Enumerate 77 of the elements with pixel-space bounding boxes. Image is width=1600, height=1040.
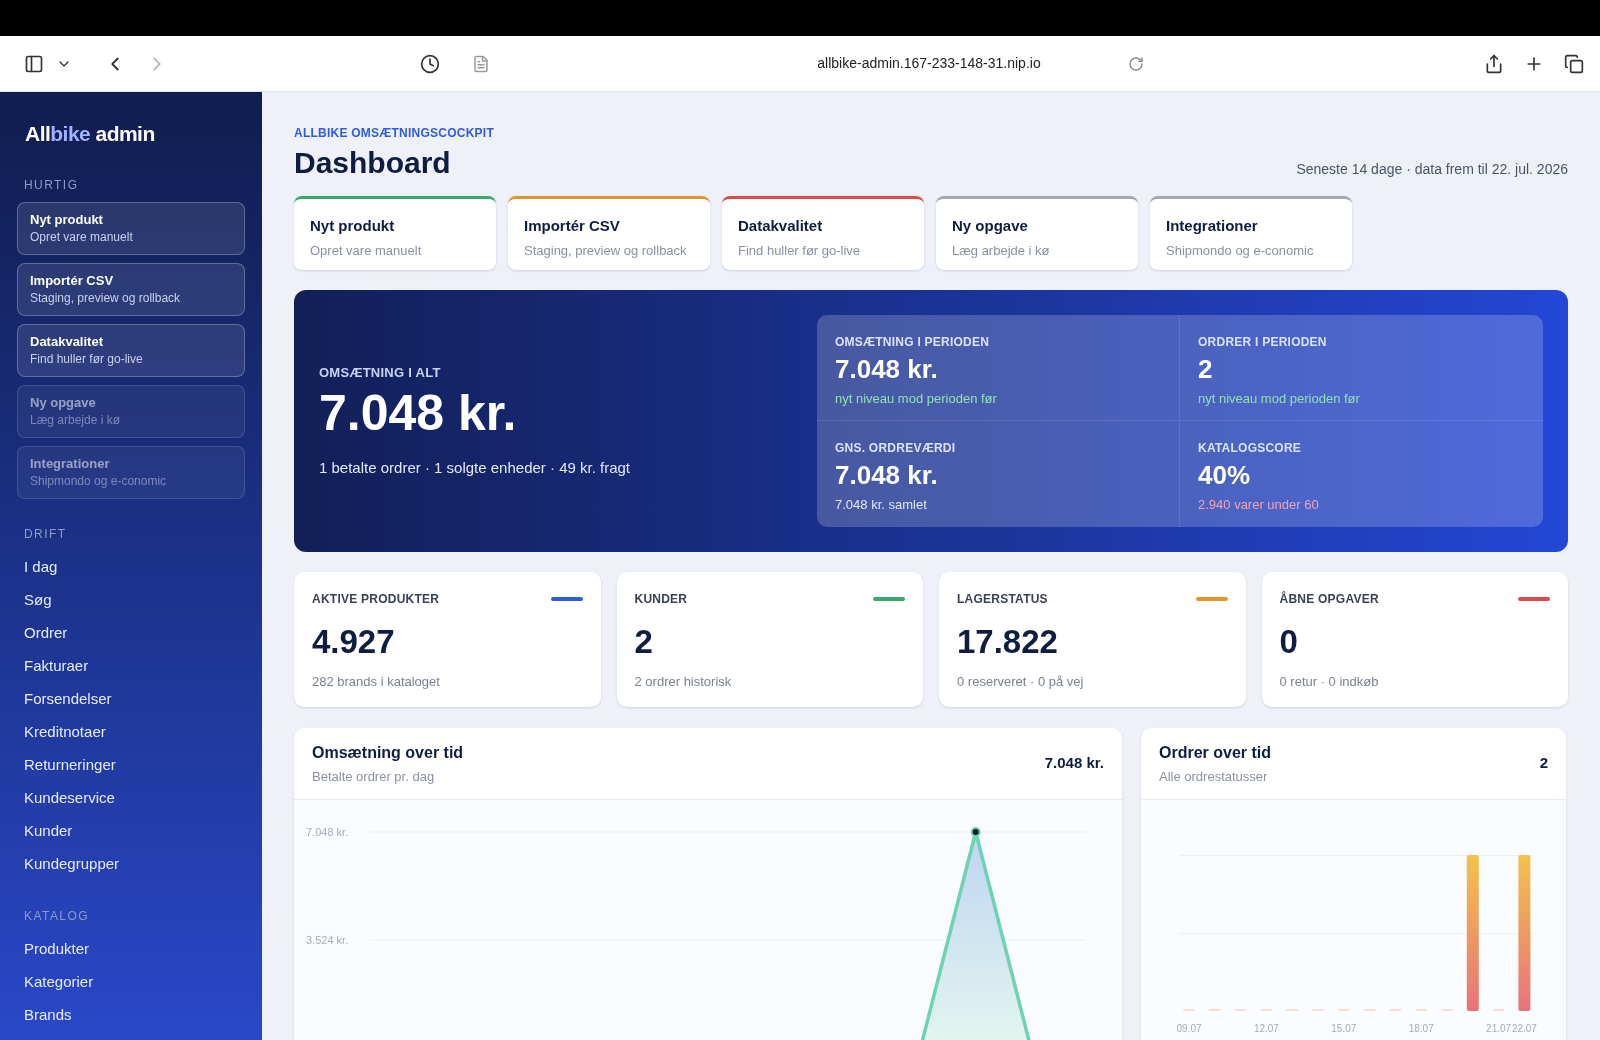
metric-value: 7.048 kr.: [835, 459, 939, 491]
tabs-icon[interactable]: [1564, 53, 1584, 74]
hero-detail: 1 betalte ordrer · 1 solgte enheder · 49 kr. fragt: [319, 457, 631, 478]
chart-total: 2: [1539, 753, 1548, 774]
stat-label: ÅBNE OPGAVER: [1279, 590, 1379, 608]
stat-note: 282 brands i kataloget: [312, 673, 441, 691]
url-field[interactable]: allbike-admin.167-233-148-31.nip.io: [817, 53, 1041, 74]
metric-note: 7.048 kr. samlet: [835, 496, 928, 514]
nav-link[interactable]: Søg: [17, 583, 245, 617]
quick-action-card[interactable]: Importér CSV Staging, preview og rollback: [508, 196, 710, 270]
page-title: Dashboard: [294, 145, 452, 181]
chart-subtitle: Alle ordrestatusser: [1159, 767, 1269, 786]
stat-value: 0: [1279, 622, 1299, 662]
axis-label: 18.07: [1408, 1023, 1434, 1034]
axis-label: 21.07: [1486, 1023, 1512, 1034]
chart-title: Omsætning over tid: [312, 742, 464, 763]
metric-note: 2.940 varer under 60: [1198, 496, 1320, 514]
section-heading: KATALOG: [23, 907, 90, 925]
chart-title: Ordrer over tid: [1159, 742, 1272, 763]
quick-link-card[interactable]: Datakvalitet Find huller før go-live: [17, 323, 245, 377]
nav-link[interactable]: Kundeservice: [17, 781, 245, 815]
metric-note: nyt niveau mod perioden før: [1198, 390, 1361, 408]
metric-note: nyt niveau mod perioden før: [835, 390, 998, 408]
metric-label: OMSÆTNING I PERIODEN: [835, 334, 991, 351]
chart-subtitle: Betalte ordrer pr. dag: [312, 767, 436, 786]
quick-link-card[interactable]: Nyt produkt Opret vare manuelt: [17, 201, 245, 255]
quick-action-card[interactable]: Nyt produkt Opret vare manuelt: [294, 196, 496, 270]
nav-link[interactable]: Kreditnotaer: [17, 715, 245, 749]
reload-icon[interactable]: [1128, 55, 1144, 72]
metric-label: KATALOGSCORE: [1198, 440, 1303, 457]
section-heading: HURTIG: [23, 176, 80, 194]
hero-label: OMSÆTNING I ALT: [319, 364, 442, 382]
nav-link[interactable]: Returneringer: [17, 748, 245, 782]
stat-label: LAGERSTATUS: [957, 591, 1048, 608]
axis-label: 12.07: [1253, 1023, 1279, 1034]
quick-action-card[interactable]: Ny opgave Læg arbejde i kø: [936, 196, 1138, 270]
axis-label: 7.048 kr.: [306, 826, 349, 838]
axis-label: 22.07: [1511, 1023, 1537, 1034]
axis-label: 15.07: [1331, 1023, 1357, 1034]
nav-link[interactable]: Fakturaer: [17, 649, 245, 683]
stat-label: AKTIVE PRODUKTER: [312, 591, 440, 608]
eyebrow-label: ALLBIKE OMSÆTNINGSCOCKPIT: [294, 125, 494, 142]
metric-value: 7.048 kr.: [835, 353, 939, 385]
hero-value: 7.048 kr.: [319, 383, 518, 443]
quick-action-card[interactable]: Datakvalitet Find huller før go-live: [722, 196, 924, 270]
axis-label: 09.07: [1176, 1023, 1202, 1034]
reader-icon[interactable]: [472, 54, 490, 73]
nav-link[interactable]: Produkter: [17, 932, 245, 966]
nav-link[interactable]: Kategorier: [17, 965, 245, 999]
nav-link[interactable]: Kunder: [17, 814, 245, 848]
stat-value: 2: [634, 622, 654, 662]
chart-total: 7.048 kr.: [1044, 753, 1104, 774]
metric-value: 2: [1198, 353, 1214, 385]
axis-label: 3.524 kr.: [306, 934, 349, 946]
share-icon[interactable]: [1484, 53, 1504, 74]
nav-link[interactable]: Forsendelser: [17, 682, 245, 716]
quick-action-card[interactable]: Integrationer Shipmondo og e-conomic: [1150, 196, 1352, 270]
stat-note: 2 ordrer historisk: [634, 673, 733, 691]
metric-label: GNS. ORDREVÆRDI: [835, 440, 957, 457]
nav-link[interactable]: Kundegrupper: [17, 847, 245, 881]
metric-value: 40%: [1198, 459, 1252, 491]
stat-label: KUNDER: [634, 591, 688, 608]
sidebar-toggle-icon[interactable]: [24, 53, 44, 74]
nav-link[interactable]: Ordrer: [17, 616, 245, 650]
nav-link[interactable]: I dag: [17, 550, 245, 584]
brand-logo: Allbike admin: [24, 121, 156, 147]
stat-note: 0 retur · 0 indkøb: [1279, 673, 1380, 691]
stat-value: 4.927: [312, 622, 396, 662]
section-heading: DRIFT: [23, 525, 68, 543]
quick-link-card[interactable]: Importér CSV Staging, preview og rollback: [17, 262, 245, 316]
data-point: [970, 827, 981, 837]
metric-label: ORDRER I PERIODEN: [1198, 334, 1328, 351]
nav-link[interactable]: Brands: [17, 998, 245, 1032]
clock-icon[interactable]: [420, 53, 440, 74]
stat-note: 0 reserveret · 0 på vej: [957, 673, 1085, 691]
period-text: Seneste 14 dage · data frem til 22. jul. 2026: [1296, 160, 1568, 179]
stat-value: 17.822: [957, 622, 1059, 662]
